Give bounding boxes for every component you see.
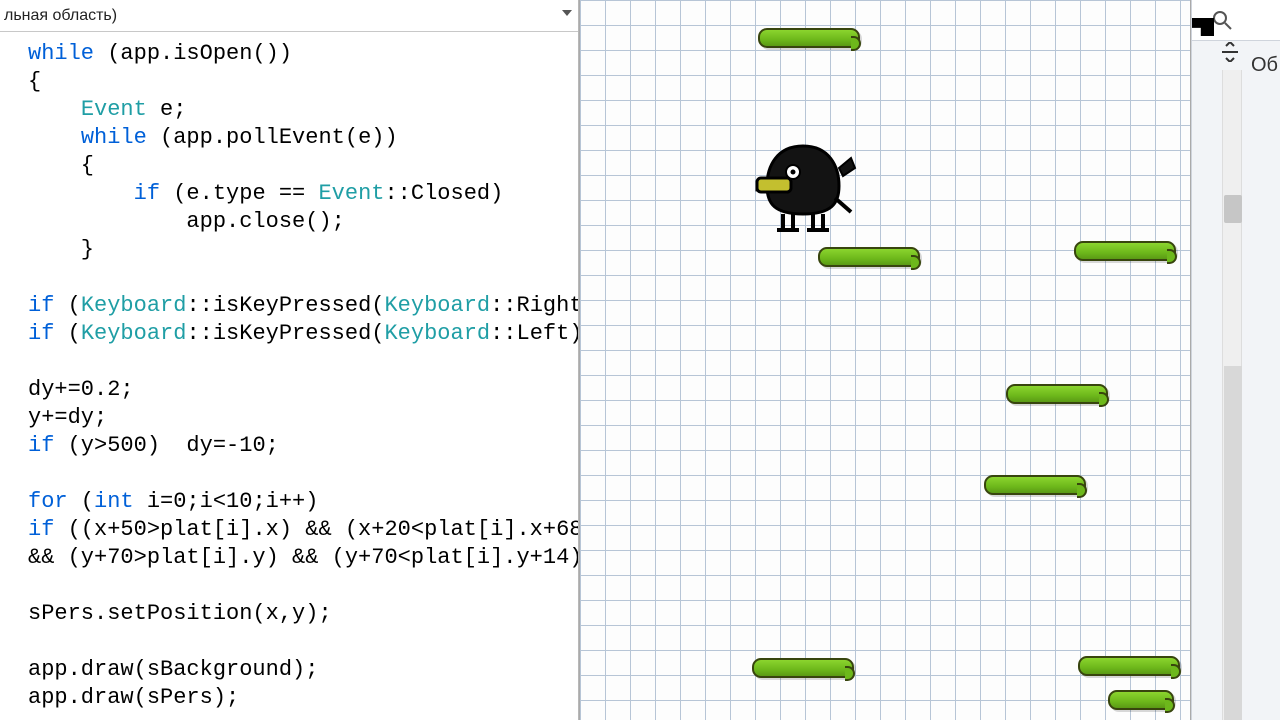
- platform: [1078, 656, 1180, 676]
- chevron-down-icon: [562, 10, 572, 16]
- platform: [1108, 690, 1174, 710]
- player-character: [743, 128, 863, 238]
- code-editor-pane[interactable]: льная область) while (app.isOpen()) { Ev…: [0, 0, 579, 720]
- split-icon[interactable]: [1220, 42, 1240, 62]
- code-area[interactable]: while (app.isOpen()) { Event e; while (a…: [0, 34, 578, 720]
- right-rail: Об: [1191, 0, 1280, 720]
- platform: [758, 28, 860, 48]
- search-icon[interactable]: [1212, 10, 1232, 30]
- platform: [984, 475, 1086, 495]
- platform: [1006, 384, 1108, 404]
- scrollbar-thumb-lower[interactable]: [1224, 366, 1242, 720]
- platform: [752, 658, 854, 678]
- scope-label: льная область): [4, 7, 117, 24]
- panel-label-fragment: Об: [1251, 54, 1278, 77]
- grid-background: [580, 0, 1190, 720]
- game-window[interactable]: [579, 0, 1191, 720]
- platform: [818, 247, 920, 267]
- scope-dropdown[interactable]: льная область): [0, 0, 578, 32]
- scrollbar-thumb[interactable]: [1224, 195, 1242, 223]
- platform: [1074, 241, 1176, 261]
